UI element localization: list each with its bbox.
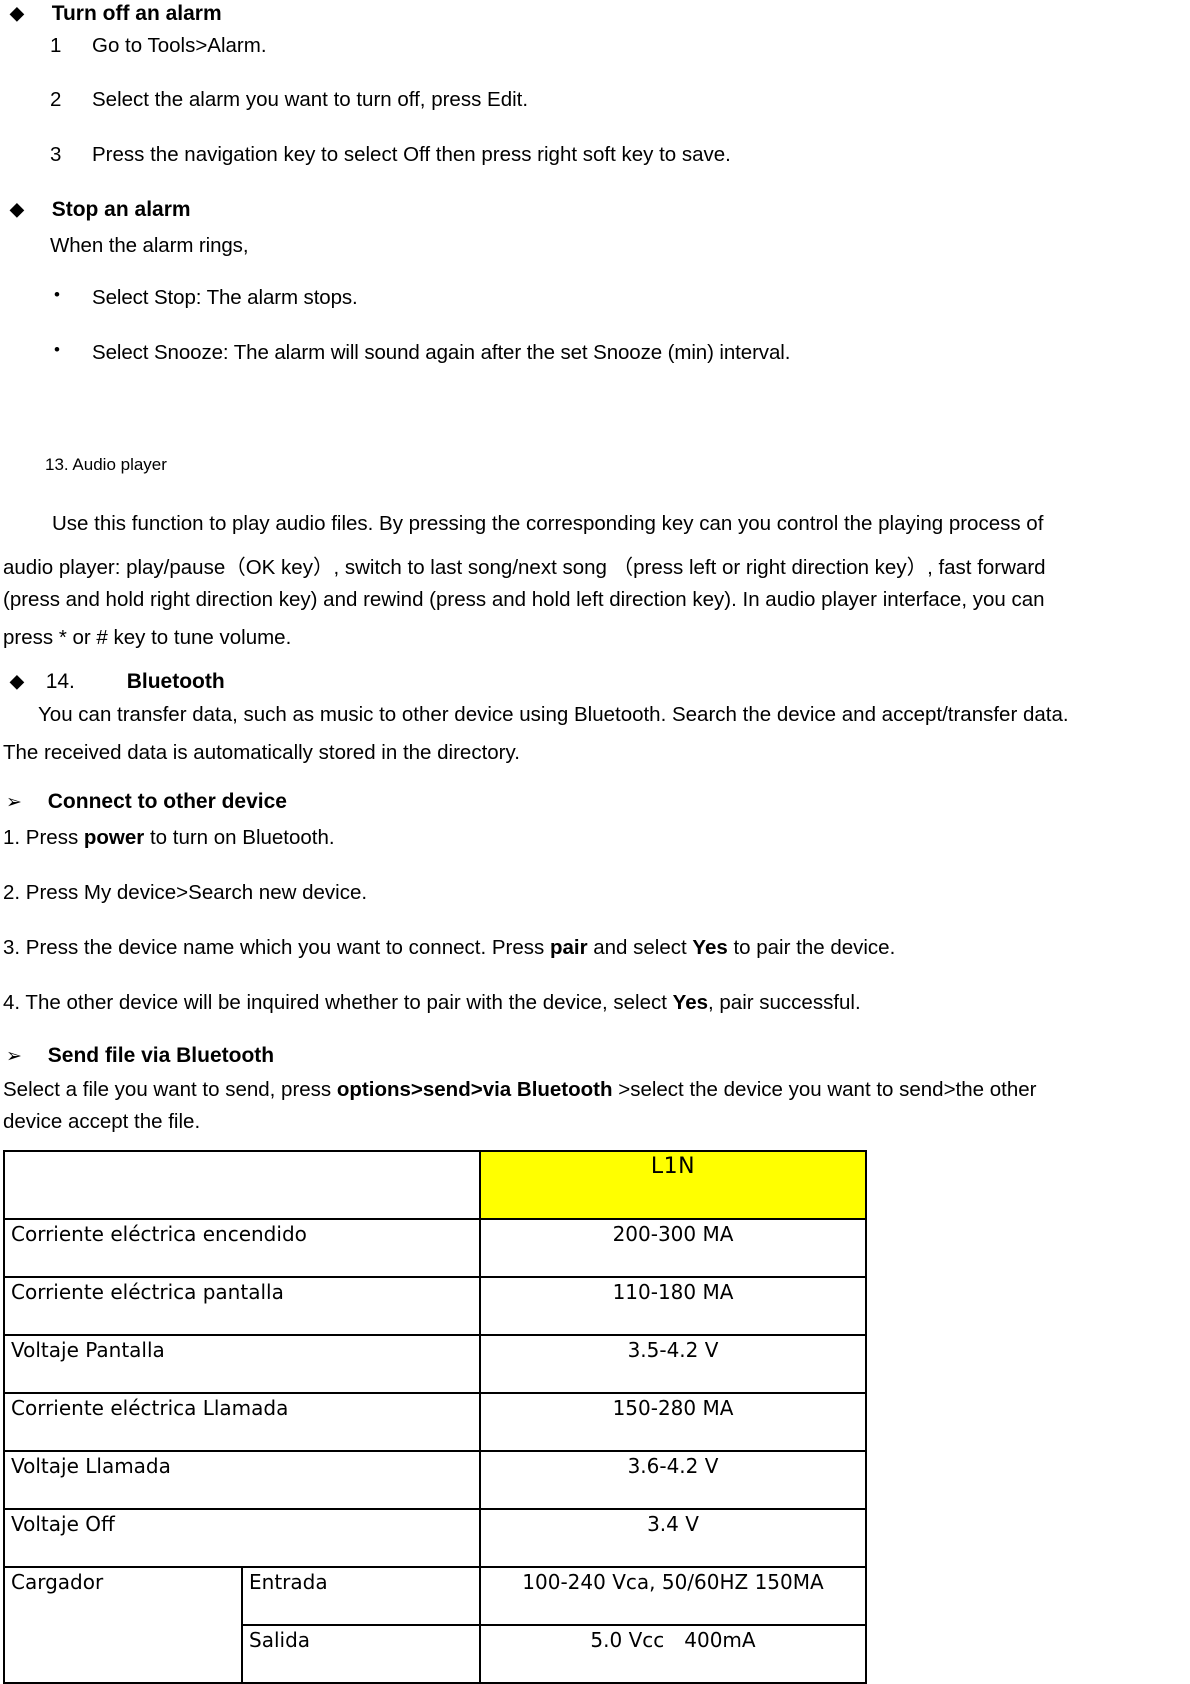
row-value: 3.5-4.2 V <box>479 1334 867 1394</box>
row-label: Corriente eléctrica pantalla <box>3 1276 481 1336</box>
document-page: ◆ Turn off an alarm 1 Go to Tools>Alarm.… <box>0 0 1190 1684</box>
row-label: Corriente eléctrica Llamada <box>3 1392 481 1452</box>
row-label: Voltaje Llamada <box>3 1450 481 1510</box>
table-row: Voltaje Off 3.4 V <box>3 1508 867 1568</box>
diamond-bullet-icon: ◆ <box>10 3 24 23</box>
bluetooth-intro-line: The received data is automatically store… <box>3 741 520 764</box>
step-number: 2 <box>50 88 62 111</box>
step-number: 3 <box>50 143 62 166</box>
step-prefix: 3. Press the device name which you want … <box>3 936 550 959</box>
step-mid: and select <box>587 936 693 959</box>
step-prefix: 2. Press My device>Search new device. <box>3 881 368 904</box>
table-row: Corriente eléctrica encendido 200-300 MA <box>3 1218 867 1278</box>
heading-connect-to-other-device: ➢ Connect to other device <box>6 790 287 814</box>
arrow-bullet-icon: ➢ <box>6 792 22 813</box>
arrow-bullet-icon: ➢ <box>6 1046 22 1067</box>
specification-table: L1N Corriente eléctrica encendido 200-30… <box>3 1150 867 1684</box>
step-suffix: , pair successful. <box>708 991 861 1014</box>
connect-step-3: 3. Press the device name which you want … <box>3 936 895 960</box>
row-label: Voltaje Pantalla <box>3 1334 481 1394</box>
heading-text: Stop an alarm <box>51 198 191 221</box>
diamond-bullet-icon: ◆ <box>10 199 24 219</box>
step-number: 1 <box>50 34 62 57</box>
heading-text: Turn off an alarm <box>51 2 222 25</box>
audio-paragraph-line: Use this function to play audio files. B… <box>52 512 1044 535</box>
step-suffix: to turn on Bluetooth. <box>144 826 335 849</box>
stop-alarm-item: Select Snooze: The alarm will sound agai… <box>92 341 791 364</box>
row-label: Corriente eléctrica encendido <box>3 1218 481 1278</box>
step-bold: pair <box>549 936 588 959</box>
heading-stop-alarm: ◆ Stop an alarm <box>10 198 191 222</box>
connect-step-2: 2. Press My device>Search new device. <box>3 881 367 905</box>
heading-text: Bluetooth <box>126 670 225 693</box>
send-suffix: >select the device you want to send>the … <box>612 1078 1037 1101</box>
row-value: 150-280 MA <box>479 1392 867 1452</box>
heading-audio-player: 13. Audio player <box>45 455 167 474</box>
heading-bluetooth: ◆ 14. Bluetooth <box>10 670 225 694</box>
step-bold: Yes <box>672 991 709 1014</box>
send-bold: options>send>via Bluetooth <box>336 1078 613 1101</box>
step-bold: power <box>83 826 145 849</box>
diamond-bullet-icon: ◆ <box>10 671 24 691</box>
send-file-line-1: Select a file you want to send, press op… <box>3 1078 1036 1102</box>
connect-step-1: 1. Press power to turn on Bluetooth. <box>3 826 335 850</box>
row-value: 3.4 V <box>479 1508 867 1568</box>
step-prefix: 1. Press <box>3 826 84 849</box>
table-row-charger-entrada: Cargador Entrada 100-240 Vca, 50/60HZ 15… <box>3 1566 867 1684</box>
heading-send-file-via-bluetooth: ➢ Send file via Bluetooth <box>6 1044 274 1068</box>
row-sublabel: Entrada <box>241 1566 481 1626</box>
row-value: 3.6-4.2 V <box>479 1450 867 1510</box>
table-header-row: L1N <box>3 1150 867 1220</box>
row-label: Voltaje Off <box>3 1508 481 1568</box>
table-row: Voltaje Llamada 3.6-4.2 V <box>3 1450 867 1510</box>
step-text: Press the navigation key to select Off t… <box>92 143 731 166</box>
row-value: 5.0 Vcc 400mA <box>479 1624 867 1684</box>
send-file-line-2: device accept the file. <box>3 1110 201 1133</box>
bluetooth-section-number: 14. <box>45 670 75 693</box>
send-prefix: Select a file you want to send, press <box>3 1078 337 1101</box>
round-bullet-icon: • <box>54 340 60 359</box>
row-label-cargador: Cargador <box>3 1566 243 1684</box>
step-text: Select the alarm you want to turn off, p… <box>92 88 529 111</box>
heading-text: Connect to other device <box>47 790 287 813</box>
heading-turn-off-alarm: ◆ Turn off an alarm <box>10 2 222 26</box>
heading-text: Send file via Bluetooth <box>47 1044 275 1067</box>
row-value: 100-240 Vca, 50/60HZ 150MA <box>479 1566 867 1626</box>
audio-paragraph-line: (press and hold right direction key) and… <box>3 588 1045 611</box>
round-bullet-icon: • <box>54 285 60 304</box>
step-text: Go to Tools>Alarm. <box>92 34 267 57</box>
stop-alarm-item: Select Stop: The alarm stops. <box>92 286 358 309</box>
table-row: Voltaje Pantalla 3.5-4.2 V <box>3 1334 867 1394</box>
step-prefix: 4. The other device will be inquired whe… <box>3 991 673 1014</box>
bluetooth-intro-line: You can transfer data, such as music to … <box>38 703 1069 726</box>
step-bold-2: Yes <box>692 936 728 959</box>
table-row: Corriente eléctrica pantalla 110-180 MA <box>3 1276 867 1336</box>
audio-paragraph-line: press * or # key to tune volume. <box>3 626 292 649</box>
header-blank-cell <box>3 1150 481 1220</box>
connect-step-4: 4. The other device will be inquired whe… <box>3 991 861 1015</box>
row-sublabel: Salida <box>241 1624 481 1684</box>
table-row: Corriente eléctrica Llamada 150-280 MA <box>3 1392 867 1452</box>
row-value: 110-180 MA <box>479 1276 867 1336</box>
step-suffix: to pair the device. <box>727 936 896 959</box>
stop-alarm-intro: When the alarm rings, <box>50 234 249 257</box>
audio-paragraph-line: audio player: play/pause（OK key）, switch… <box>3 556 1046 579</box>
header-model-cell: L1N <box>479 1150 867 1220</box>
row-value: 200-300 MA <box>479 1218 867 1278</box>
